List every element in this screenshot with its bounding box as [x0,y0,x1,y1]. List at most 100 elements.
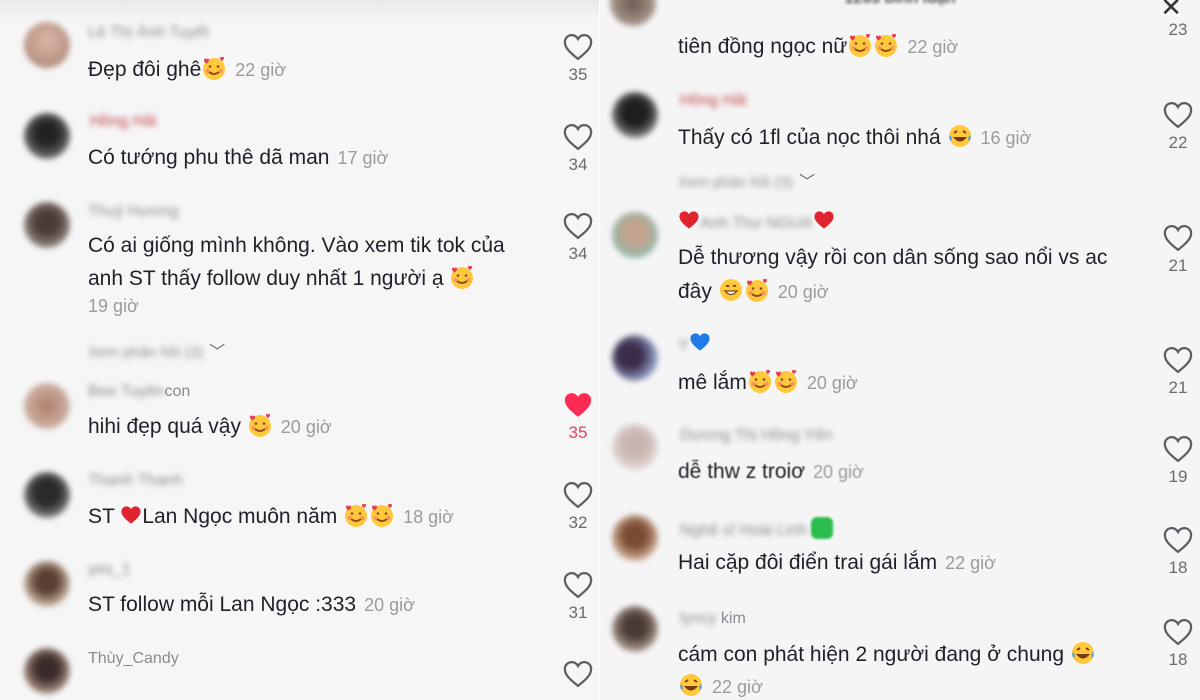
top-fade [0,0,600,22]
avatar[interactable] [612,92,658,138]
grinning-face-icon [718,277,744,303]
comment-text: ST Lan Ngọc muôn năm 18 giờ [88,500,454,534]
comment-username[interactable]: Thùy_Candy [88,650,179,668]
like-button[interactable] [560,660,596,688]
heart-outline-icon [563,660,593,688]
like-button[interactable]: 34 [560,123,596,175]
like-button[interactable]: 19 [1160,435,1196,487]
comment-text: cám con phát hiện 2 người đang ở chung [678,638,1096,671]
comments-count-header: 1263 bình luận [600,0,1200,8]
like-count: 18 [1168,650,1188,669]
avatar[interactable] [24,561,70,607]
tears-of-joy-icon [678,672,704,698]
comment-username[interactable]: lyncy kim [680,610,746,628]
comment-username[interactable]: yes_1 [88,561,131,579]
red-heart-icon [120,505,142,525]
like-button[interactable]: 18 [1160,526,1196,578]
comment-username[interactable]: Lê Thị Ánh Tuyết [88,24,209,42]
comment-time: 17 giờ [337,148,389,168]
like-button[interactable]: 32 [560,481,596,533]
avatar[interactable] [24,383,70,429]
heart-outline-icon [563,212,593,240]
heart-outline-icon [1163,526,1193,554]
comment-time: 20 giờ [364,595,415,615]
avatar[interactable] [612,424,658,470]
like-button[interactable]: 35 [560,391,596,443]
comment-username[interactable]: Nghệ sĩ Hoài Linh [680,517,834,540]
screenshot-collage: Lê Thị Ánh Tuyết Đẹp đôi ghê 22 giờ 35 Hồ… [0,0,1200,700]
avatar[interactable] [612,335,658,381]
smiling-face-with-hearts-icon [847,32,873,58]
avatar[interactable] [24,472,70,518]
comment-body: đây [678,280,712,303]
comment-body-b: Lan Ngọc muôn năm [142,505,338,528]
comment-text: anh ST thấy follow duy nhất 1 người ạ [88,262,475,295]
like-count: 22 [1168,133,1188,152]
red-heart-icon [678,210,700,230]
comment-text-line: Có ai giống mình không. Vào xem tik tok … [88,234,505,257]
comment-text: dễ thw z troiơ 20 giờ [678,455,864,489]
like-button[interactable]: 23 [1160,16,1196,40]
heart-outline-icon [563,571,593,599]
view-replies-link[interactable]: Xem phản hồi (3) ﹀ [678,168,815,192]
view-replies-link[interactable]: Xem phản hồi (3) ﹀ [88,338,225,362]
chevron-down-icon: ﹀ [799,174,816,191]
heart-outline-icon [563,123,593,151]
like-button[interactable]: 18 [1160,618,1196,670]
comment-username[interactable]: Dương Thị Hồng Yến [680,427,832,445]
like-button[interactable]: 22 [1160,101,1196,153]
avatar[interactable] [612,212,658,258]
comment-text: ST follow mỗi Lan Ngọc :333 20 giờ [88,588,415,622]
comment-text: Thấy có 1fl của nọc thôi nhá 16 giờ [678,121,1031,155]
comment-username[interactable]: Thuỷ Hương [88,203,179,221]
comment-text: 22 giờ [678,670,763,700]
comment-username[interactable]: Thanh Thanh [88,472,183,490]
heart-outline-icon [1163,346,1193,374]
comment-text: Có tướng phu thê dã man 17 giờ [88,141,388,175]
chevron-down-icon: ﹀ [209,344,226,361]
avatar[interactable] [24,113,70,159]
comment-text: mê lắm 20 giờ [678,366,858,400]
comment-text: Đẹp đôi ghê 22 giờ [88,53,286,87]
comment-username[interactable]: Hồng Hải [680,92,747,110]
like-count: 35 [568,423,588,442]
like-button[interactable]: 34 [560,212,596,264]
like-count: 34 [568,244,588,263]
comment-text: tiên đồng ngọc nữ 22 giờ [678,30,958,64]
like-count: 18 [1168,558,1188,577]
heart-filled-icon [563,391,593,419]
comment-time: 20 giờ [280,417,332,437]
comments-panel-right: 1263 bình luận ✕ tiên đồng ngọc nữ22 giờ… [600,0,1200,700]
tears-of-joy-icon [1070,640,1096,666]
comment-username[interactable]: Hồng Hải [90,113,157,131]
like-count: 34 [568,155,588,174]
comment-username[interactable]: Y [678,332,711,355]
avatar[interactable] [24,648,70,694]
like-count: 31 [568,603,588,622]
comment-body: Thấy có 1fl của nọc thôi nhá [678,126,941,149]
heart-outline-icon [563,33,593,61]
heart-outline-icon [563,481,593,509]
comment-body: dễ thw z troiơ [678,460,805,483]
replies-label: Xem phản hồi (3) [678,174,794,191]
like-count: 35 [568,65,588,84]
comments-panel-left: Lê Thị Ánh Tuyết Đẹp đôi ghê 22 giờ 35 Hồ… [0,0,600,700]
username-blurred: Nghệ sĩ Hoài Linh [680,522,808,539]
avatar[interactable] [612,606,658,652]
comment-username[interactable]: Bee Tuyềncon [88,383,190,401]
avatar[interactable] [24,22,70,68]
avatar[interactable] [612,515,658,561]
like-button[interactable]: 35 [560,33,596,85]
comment-body: cám con phát hiện 2 người đang ở chung [678,643,1065,666]
like-count: 23 [1168,20,1188,39]
like-button[interactable]: 31 [560,571,596,623]
comment-body-a: ST [88,505,115,528]
comment-username[interactable]: Anh Thư NGUA [678,210,835,233]
avatar[interactable] [610,0,656,26]
comment-time: 22 giờ [907,37,959,57]
like-button[interactable]: 21 [1160,346,1196,398]
avatar[interactable] [24,202,70,248]
comment-body: tiên đồng ngọc nữ [678,35,848,58]
like-button[interactable]: 21 [1160,224,1196,276]
comment-time: 20 giờ [777,282,829,302]
